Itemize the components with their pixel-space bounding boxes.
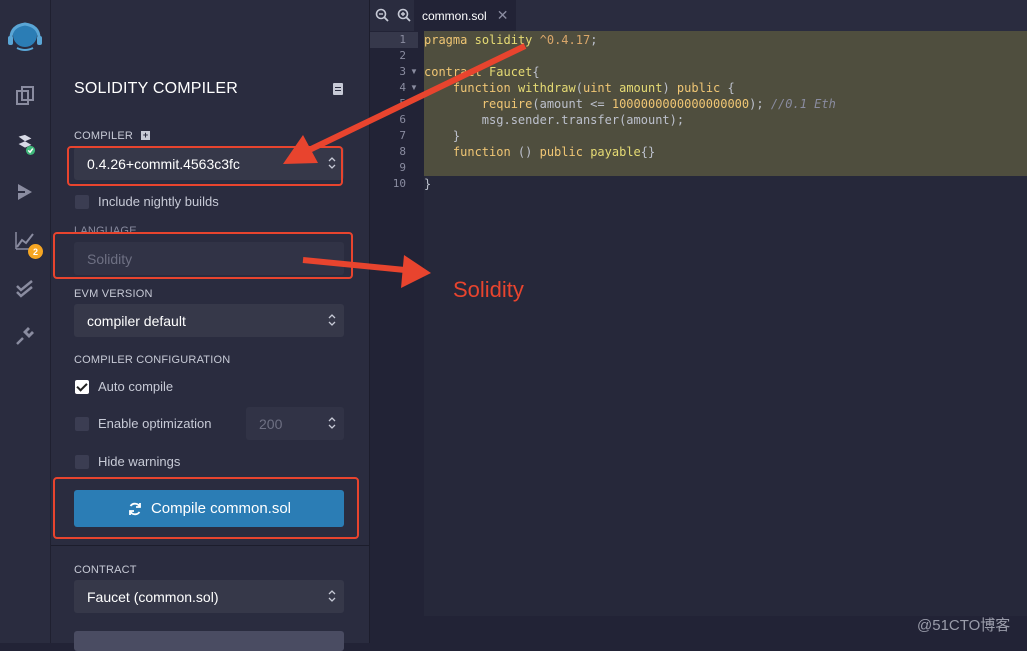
optimization-runs-value: 200 — [259, 415, 283, 432]
optimization-checkbox[interactable]: Enable optimization — [75, 416, 211, 431]
solidity-compiler-icon[interactable] — [13, 132, 37, 156]
evm-version-label: EVM VERSION — [74, 288, 153, 300]
fold-arrow-icon[interactable]: ▼ — [410, 67, 418, 76]
tab-label: common.sol — [422, 8, 487, 23]
auto-compile-checkbox[interactable]: Auto compile — [75, 379, 173, 394]
auto-compile-label: Auto compile — [98, 379, 174, 394]
select-chevron-icon — [328, 590, 336, 602]
remix-logo-icon[interactable] — [5, 18, 45, 54]
nightly-label: Include nightly builds — [98, 194, 219, 209]
publish-button[interactable] — [74, 631, 344, 651]
zoom-out-icon[interactable] — [375, 8, 389, 22]
code-line-3: contract Faucet{ — [424, 65, 540, 79]
fold-arrow-icon[interactable]: ▼ — [410, 83, 418, 92]
compiler-panel: SOLIDITY COMPILER COMPILER + 0.4.26+comm… — [51, 0, 370, 651]
contract-value: Faucet (common.sol) — [87, 588, 219, 605]
hide-warnings-checkbox-box[interactable] — [75, 454, 89, 469]
editor-body[interactable] — [424, 176, 1027, 616]
select-chevron-icon — [328, 314, 336, 326]
code-editor[interactable]: common.sol ✕ 1 2 3 ▼ 4 ▼ 5 6 7 8 9 10 pr… — [370, 0, 1027, 643]
deploy-run-icon[interactable] — [13, 180, 37, 204]
compiler-config-label: COMPILER CONFIGURATION — [74, 354, 231, 366]
plugin-manager-icon[interactable] — [13, 324, 37, 348]
notification-badge: 2 — [28, 244, 43, 259]
code-line-1: pragma solidity ^0.4.17; — [424, 33, 598, 47]
optimization-runs-input[interactable]: 200 — [246, 407, 344, 440]
contract-select[interactable]: Faucet (common.sol) — [74, 580, 344, 613]
code-line-10: } — [424, 177, 432, 191]
documentation-icon[interactable] — [333, 83, 343, 95]
close-tab-icon[interactable]: ✕ — [497, 7, 509, 24]
line-gutter: 1 2 3 ▼ 4 ▼ 5 6 7 8 9 10 — [370, 31, 422, 643]
line-number: 8 — [399, 145, 406, 158]
line-number: 2 — [399, 49, 406, 62]
nightly-checkbox-box[interactable] — [75, 194, 89, 209]
icon-rail: 2 — [0, 0, 51, 643]
tab-common-sol[interactable]: common.sol ✕ — [414, 0, 517, 31]
code-line-8: function () public payable{} — [452, 145, 656, 159]
contract-label: CONTRACT — [74, 564, 137, 576]
code-line-7: } — [424, 129, 461, 143]
line-number: 4 — [399, 81, 406, 94]
evm-version-value: compiler default — [87, 312, 186, 329]
watermark: @51CTO博客 — [917, 617, 1011, 634]
line-number: 6 — [399, 113, 406, 126]
line-number: 5 — [399, 97, 406, 110]
compiler-label: COMPILER — [74, 130, 134, 142]
editor-tabbar: common.sol ✕ — [370, 0, 1027, 31]
line-number: 10 — [392, 177, 406, 190]
panel-title: SOLIDITY COMPILER — [74, 80, 239, 97]
add-compiler-icon[interactable]: + — [141, 131, 150, 140]
testing-check-icon[interactable] — [13, 276, 37, 300]
optimization-checkbox-box[interactable] — [75, 416, 89, 431]
code-line-6: msg.sender.transfer(amount); — [424, 113, 685, 127]
nightly-builds-checkbox[interactable]: Include nightly builds — [75, 194, 219, 209]
annotation-box-compiler — [67, 146, 343, 186]
line-number: 3 — [399, 65, 406, 78]
optimization-label: Enable optimization — [98, 416, 212, 431]
hide-warnings-label: Hide warnings — [98, 454, 181, 469]
zoom-in-icon[interactable] — [397, 8, 411, 22]
line-number: 1 — [399, 33, 406, 46]
stepper-chevron-icon[interactable] — [328, 416, 336, 430]
auto-compile-checkbox-box[interactable] — [75, 379, 89, 394]
annotation-box-compile — [53, 477, 359, 539]
line-number: 9 — [399, 161, 406, 174]
evm-version-select[interactable]: compiler default — [74, 304, 344, 337]
annotation-text: Solidity — [453, 277, 524, 302]
code-line-5: require(amount <= 1000000000000000000); … — [481, 97, 836, 111]
line-number: 7 — [399, 129, 406, 142]
annotation-box-language — [53, 232, 353, 279]
panel-divider — [51, 545, 369, 546]
file-explorer-icon[interactable] — [13, 84, 37, 108]
code-line-4: function withdraw(uint amount) public { — [452, 81, 735, 95]
hide-warnings-checkbox[interactable]: Hide warnings — [75, 454, 180, 469]
